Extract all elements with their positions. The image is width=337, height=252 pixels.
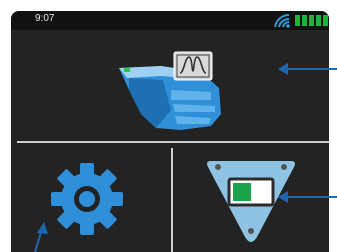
callout-arrow-settings [34,222,48,252]
callout-arrow-status [278,191,337,203]
callout-arrows [34,63,337,252]
callout-arrow-scanner [278,63,337,75]
